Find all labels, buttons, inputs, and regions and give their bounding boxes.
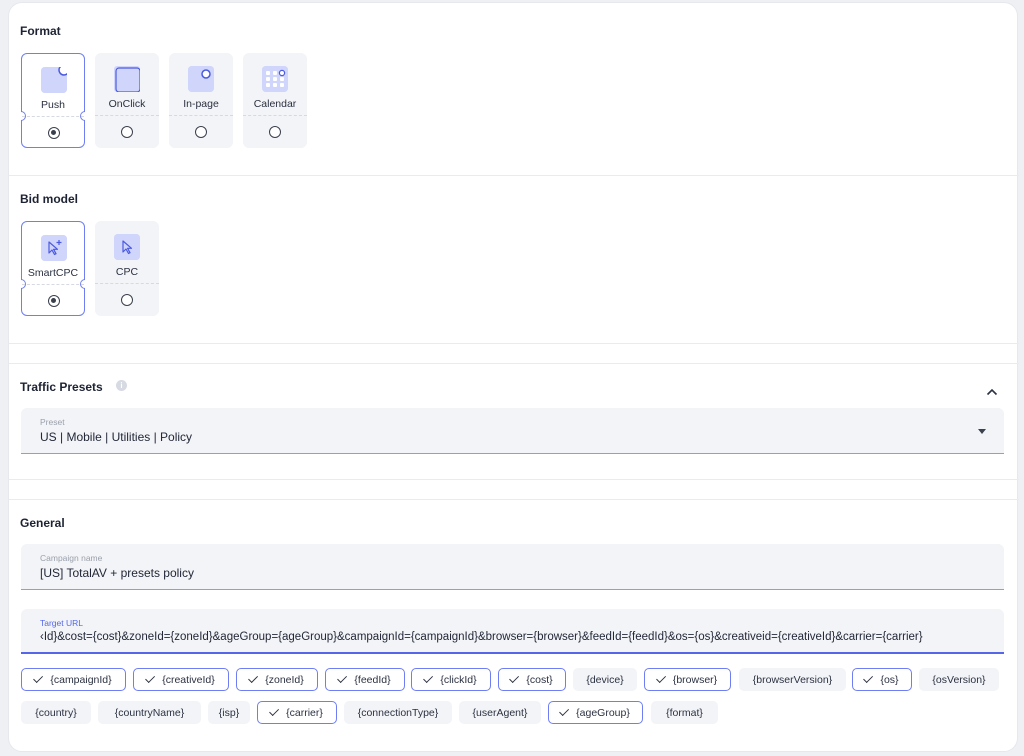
- check-icon: [863, 673, 874, 684]
- format-inpage-radio[interactable]: [195, 126, 207, 138]
- smart-cursor-icon: [41, 235, 67, 261]
- format-option-inpage[interactable]: In-page: [169, 53, 233, 148]
- check-icon: [655, 673, 666, 684]
- target-url-field[interactable]: Target URL ‹Id}&cost={cost}&zoneId={zone…: [21, 609, 1004, 654]
- macro-chip[interactable]: {format}: [651, 701, 718, 724]
- macro-chip[interactable]: {userAgent}: [459, 701, 541, 724]
- macro-chip[interactable]: {countryName}: [98, 701, 201, 724]
- macro-chip[interactable]: {carrier}: [257, 701, 337, 724]
- format-push-radio[interactable]: [48, 127, 60, 139]
- bid-option-smartcpc[interactable]: SmartCPC: [21, 221, 85, 316]
- chevron-up-icon[interactable]: [986, 383, 998, 401]
- bid-smartcpc-radio[interactable]: [48, 295, 60, 307]
- macro-chip[interactable]: {osVersion}: [919, 668, 999, 691]
- format-option-onclick[interactable]: OnClick: [95, 53, 159, 148]
- check-icon: [269, 706, 280, 717]
- campaign-form-card: Format Push OnClick In-page Calendar Bid…: [8, 2, 1019, 752]
- format-calendar-radio[interactable]: [269, 126, 281, 138]
- onclick-icon: [114, 66, 140, 92]
- divider: [9, 479, 1019, 480]
- macro-chip[interactable]: {device}: [573, 668, 637, 691]
- preset-label: Preset: [40, 417, 65, 427]
- check-icon: [559, 706, 570, 717]
- format-option-calendar[interactable]: Calendar: [243, 53, 307, 148]
- check-icon: [33, 673, 44, 684]
- macro-chip[interactable]: {connectionType}: [344, 701, 452, 724]
- calendar-icon: [262, 66, 288, 92]
- campaign-name-field[interactable]: Campaign name [US] TotalAV + presets pol…: [21, 544, 1004, 590]
- format-option-label: Push: [41, 99, 65, 111]
- bid-model-options: SmartCPC CPC: [21, 221, 159, 316]
- macro-chip[interactable]: {country}: [21, 701, 91, 724]
- format-section-title: Format: [20, 24, 61, 38]
- traffic-presets-title: Traffic Presets: [20, 380, 103, 394]
- divider: [9, 499, 1019, 500]
- macro-chip[interactable]: {browser}: [644, 668, 731, 691]
- bid-cpc-radio[interactable]: [121, 294, 133, 306]
- target-url-label: Target URL: [40, 618, 83, 628]
- target-url-value[interactable]: ‹Id}&cost={cost}&zoneId={zoneId}&ageGrou…: [40, 631, 988, 643]
- divider: [9, 175, 1019, 176]
- format-option-label: OnClick: [108, 98, 146, 110]
- format-options: Push OnClick In-page Calendar: [21, 53, 307, 148]
- macro-chip[interactable]: {ageGroup}: [548, 701, 643, 724]
- format-option-label: Calendar: [253, 98, 297, 110]
- format-option-push[interactable]: Push: [21, 53, 85, 148]
- check-icon: [248, 673, 259, 684]
- info-icon[interactable]: i: [116, 380, 127, 391]
- format-option-label: In-page: [183, 98, 219, 110]
- macro-chip[interactable]: {os}: [852, 668, 912, 691]
- format-onclick-radio[interactable]: [121, 126, 133, 138]
- check-icon: [337, 673, 348, 684]
- bid-model-section-title: Bid model: [20, 192, 79, 206]
- campaign-name-value[interactable]: [US] TotalAV + presets policy: [40, 566, 990, 580]
- macro-chip[interactable]: {browserVersion}: [739, 668, 846, 691]
- divider: [9, 343, 1019, 344]
- macro-chip[interactable]: {clickId}: [411, 668, 491, 691]
- inpage-icon: [188, 66, 214, 92]
- check-icon: [423, 673, 434, 684]
- preset-select[interactable]: Preset US | Mobile | Utilities | Policy: [21, 408, 1004, 454]
- general-section-title: General: [20, 516, 65, 530]
- bid-option-label: SmartCPC: [27, 267, 79, 279]
- macro-chip[interactable]: {campaignId}: [21, 668, 126, 691]
- check-icon: [145, 673, 156, 684]
- cursor-icon: [114, 234, 140, 260]
- campaign-name-label: Campaign name: [40, 553, 103, 563]
- macro-chip[interactable]: {creativeId}: [133, 668, 229, 691]
- macro-chip[interactable]: {cost}: [498, 668, 566, 691]
- push-icon: [41, 67, 67, 93]
- macro-chip[interactable]: {feedId}: [325, 668, 405, 691]
- check-icon: [509, 673, 520, 684]
- macro-chip[interactable]: {zoneId}: [236, 668, 318, 691]
- bid-option-cpc[interactable]: CPC: [95, 221, 159, 316]
- macro-chip[interactable]: {isp}: [208, 701, 250, 724]
- caret-down-icon[interactable]: [978, 429, 986, 434]
- divider: [9, 363, 1019, 364]
- bid-option-label: CPC: [115, 266, 139, 278]
- preset-value: US | Mobile | Utilities | Policy: [40, 430, 193, 444]
